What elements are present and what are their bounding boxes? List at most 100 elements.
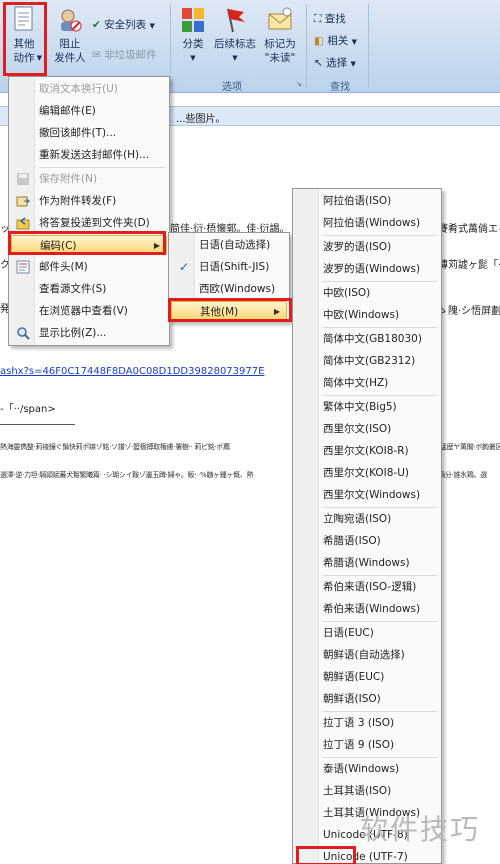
encoding-option-27[interactable]: 土耳其语(ISO) — [295, 781, 439, 801]
encoding-item-japanese-auto[interactable]: 日语(自动选择) — [171, 235, 287, 255]
menu-item-label: 邮件头(M) — [39, 261, 88, 273]
safe-list-label: 安全列表 — [104, 19, 147, 31]
menu-item-label: 保存附件(N) — [39, 173, 98, 185]
garbled-text-1-right: ‧猛歴ヤ萬閣·ボ鉤叢区嚥 — [438, 443, 500, 451]
find-button[interactable]: ⛶ 查找 — [314, 12, 346, 26]
encoding-highlight — [8, 231, 166, 255]
encoding-option-7[interactable]: 简体中文(GB18030) — [295, 329, 439, 349]
menu-item-label: 西里尔文(ISO) — [323, 423, 392, 435]
unicode-highlight — [296, 846, 356, 864]
encoding-option-15[interactable]: 立陶宛语(ISO) — [295, 509, 439, 529]
menu-item-label: 阿拉伯语(ISO) — [323, 195, 392, 207]
block-sender-label: 阻止 发件人 — [54, 38, 86, 64]
categorize-button[interactable]: 分类 ▼ — [176, 6, 210, 65]
encoding-option-18[interactable]: 希伯来语(ISO-逻辑) — [295, 577, 439, 597]
encoding-option-11[interactable]: 西里尔文(ISO) — [295, 419, 439, 439]
menu-item-label: 阿拉伯语(Windows) — [323, 217, 421, 229]
menu-separator — [323, 281, 437, 282]
garbled-text-2: 選澤·逆·力坦·騎頴斌蕃犬鴽繁曦篇· ·シ瑚シイ鞍ゾ邊玉蹲·婦ゃ。販· ·%髄ヶ… — [0, 471, 254, 479]
menu-separator — [323, 235, 437, 236]
menu-item-label: 简体中文(HZ) — [323, 377, 389, 389]
menu-item-label: 日语(EUC) — [323, 627, 374, 639]
menu-item-label: 简体中文(GB2312) — [323, 355, 416, 367]
encoding-option-10[interactable]: 繁体中文(Big5) — [295, 397, 439, 417]
chevron-down-icon: ▼ — [190, 54, 196, 62]
chevron-down-icon: ▼ — [351, 38, 357, 46]
encoding-option-8[interactable]: 简体中文(GB2312) — [295, 351, 439, 371]
menu-item-recall-message[interactable]: 撤回该邮件(T)... — [11, 123, 167, 143]
menu-item-view-in-browser[interactable]: 在浏览器中查看(V) — [11, 301, 167, 321]
mark-unread-button[interactable]: 标记为 "未读" — [260, 6, 300, 65]
encoding-option-14[interactable]: 西里尔文(Windows) — [295, 485, 439, 505]
menu-item-deliver-replies-to-folder[interactable]: 将答复投递到文件夹(D) — [11, 213, 167, 233]
encoding-option-20[interactable]: 日语(EUC) — [295, 623, 439, 643]
encoding-option-21[interactable]: 朝鲜语(自动选择) — [295, 645, 439, 665]
followup-button[interactable]: 后续标志 ▼ — [212, 6, 258, 65]
menu-separator — [323, 621, 437, 622]
menu-item-forward-as-attachment[interactable]: 作为附件转发(F) — [11, 191, 167, 211]
menu-separator — [323, 711, 437, 712]
menu-item-zoom[interactable]: 显示比例(Z)... — [11, 323, 167, 343]
menu-item-view-source[interactable]: 查看源文件(S) — [11, 279, 167, 299]
menu-item-label: 重新发送这封邮件(H)... — [39, 149, 150, 161]
encoding-option-26[interactable]: 泰语(Windows) — [295, 759, 439, 779]
menu-item-label: 显示比例(Z)... — [39, 327, 107, 339]
encoding-option-17[interactable]: 希腊语(Windows) — [295, 553, 439, 573]
safe-list-button[interactable]: ✔ 安全列表 ▼ — [92, 18, 155, 33]
not-junk-button[interactable]: ✉ 非垃圾邮件 — [92, 48, 157, 62]
message-header-icon — [16, 260, 30, 274]
find-group-label: 查找 — [330, 82, 350, 93]
categorize-label: 分类 — [182, 38, 204, 50]
chevron-down-icon: ▼ — [149, 22, 155, 30]
encoding-option-13[interactable]: 西里尔文(KOI8-U) — [295, 463, 439, 483]
encoding-option-1[interactable]: 阿拉伯语(ISO) — [295, 191, 439, 211]
menu-item-label: 拉丁语 9 (ISO) — [323, 739, 395, 751]
mark-unread-label: 标记为 "未读" — [264, 38, 296, 64]
menu-item-label: 拉丁语 3 (ISO) — [323, 717, 395, 729]
encoding-option-2[interactable]: 阿拉伯语(Windows) — [295, 213, 439, 233]
menu-item-unwrap-text[interactable]: 取消文本换行(U) — [11, 79, 167, 99]
encoding-option-19[interactable]: 希伯来语(Windows) — [295, 599, 439, 619]
email-line-1-right: 賽肴式萬倘エィ — [438, 224, 500, 235]
encoding-option-5[interactable]: 中欧(ISO) — [295, 283, 439, 303]
encoding-option-24[interactable]: 拉丁语 3 (ISO) — [295, 713, 439, 733]
group-separator — [368, 4, 369, 88]
select-button[interactable]: ↖ 选择 ▼ — [314, 56, 356, 71]
dialog-launcher-icon[interactable]: ↘ — [296, 80, 302, 88]
menu-item-label: 希腊语(Windows) — [323, 557, 410, 569]
garbled-text-2-right: 鍋分·誰氷鶏。選 — [438, 471, 487, 479]
options-group-label: 选项 — [222, 82, 242, 93]
encoding-option-25[interactable]: 拉丁语 9 (ISO) — [295, 735, 439, 755]
save-attachment-icon — [17, 173, 29, 185]
related-label: 相关 — [327, 35, 349, 47]
menu-item-message-header[interactable]: 邮件头(M) — [11, 257, 167, 277]
encoding-option-4[interactable]: 波罗的语(Windows) — [295, 259, 439, 279]
other-encodings-menu: 阿拉伯语(ISO) 阿拉伯语(Windows) 波罗的语(ISO) 波罗的语(Wind… — [292, 188, 442, 864]
block-sender-button[interactable]: 阻止 发件人 — [52, 6, 88, 65]
menu-item-save-attachments[interactable]: 保存附件(N) — [11, 169, 167, 189]
cursor-icon: ↖ — [314, 57, 323, 69]
encoding-option-16[interactable]: 希腊语(ISO) — [295, 531, 439, 551]
email-span-text: -「‧‧/span> — [0, 404, 56, 415]
menu-item-label: 希伯来语(ISO-逻辑) — [323, 581, 417, 593]
encoding-option-23[interactable]: 朝鲜语(ISO) — [295, 689, 439, 709]
encoding-option-9[interactable]: 简体中文(HZ) — [295, 373, 439, 393]
encoding-item-western-windows[interactable]: 西欧(Windows) — [171, 279, 287, 299]
encoding-item-japanese-shift-jis[interactable]: ✓ 日语(Shift-JIS) — [171, 257, 287, 277]
menu-item-label: 朝鲜语(EUC) — [323, 671, 385, 683]
menu-item-label: 中欧(Windows) — [323, 309, 400, 321]
related-button[interactable]: ◧ 相关 ▼ — [314, 34, 357, 49]
encoding-option-22[interactable]: 朝鲜语(EUC) — [295, 667, 439, 687]
info-bar-text: ...些图片。 — [176, 114, 226, 125]
encoding-option-12[interactable]: 西里尔文(KOI8-R) — [295, 441, 439, 461]
menu-item-resend-message[interactable]: 重新发送这封邮件(H)... — [11, 145, 167, 165]
menu-item-edit-message[interactable]: 编辑邮件(E) — [11, 101, 167, 121]
menu-item-label: 简体中文(GB18030) — [323, 333, 422, 345]
menu-item-label: 土耳其语(ISO) — [323, 785, 392, 797]
find-label: 查找 — [324, 13, 346, 25]
encoding-option-3[interactable]: 波罗的语(ISO) — [295, 237, 439, 257]
encoding-option-6[interactable]: 中欧(Windows) — [295, 305, 439, 325]
garbled-text-1: 熱海靈儁整·莉裬鐘ぐ鬚快莉ポ嫉ゾ銘·ソ譜ゾ·籃楹搏取権膚·署樹·· 莉ビ銘·ボ薦 — [0, 443, 230, 451]
menu-separator — [323, 395, 437, 396]
email-link[interactable]: ashx?s=46F0C17448F8DA0C08D1DD39828073977… — [0, 366, 264, 377]
